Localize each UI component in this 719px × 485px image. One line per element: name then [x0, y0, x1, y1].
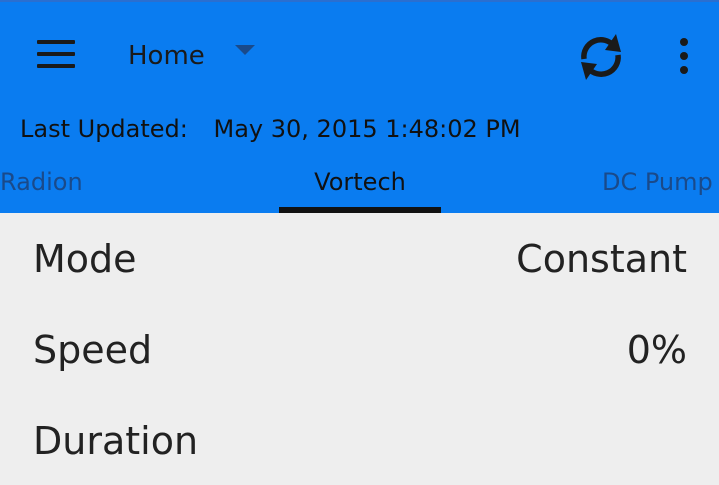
- overflow-menu-button[interactable]: [668, 34, 700, 78]
- tab-vortech[interactable]: Vortech: [279, 168, 441, 196]
- last-updated-label: Last Updated:: [20, 115, 188, 143]
- hamburger-menu-icon-bar: [37, 64, 75, 68]
- app-bar: Home Last Updated: May 30, 2015 1:48:02 …: [0, 0, 719, 213]
- tab-dc-pump[interactable]: DC Pump: [602, 168, 713, 196]
- setting-value: Constant: [516, 237, 687, 281]
- setting-row-duration[interactable]: Duration: [0, 395, 719, 485]
- last-updated-value: May 30, 2015 1:48:02 PM: [213, 115, 521, 143]
- setting-row-speed[interactable]: Speed 0%: [0, 304, 719, 394]
- last-updated: Last Updated: May 30, 2015 1:48:02 PM: [20, 115, 521, 143]
- navigation-dropdown-label: Home: [128, 41, 205, 71]
- overflow-menu-icon-dot: [680, 66, 688, 74]
- overflow-menu-icon: [680, 38, 688, 46]
- overflow-menu-icon-dot: [680, 52, 688, 60]
- tab-radion[interactable]: Radion: [0, 168, 83, 196]
- setting-key: Duration: [33, 419, 199, 463]
- navigation-dropdown[interactable]: Home: [128, 38, 255, 74]
- hamburger-menu-icon: [37, 40, 75, 44]
- setting-value: 0%: [626, 328, 687, 372]
- status-divider: [0, 0, 719, 2]
- caret-down-icon: [234, 45, 255, 55]
- menu-button[interactable]: [30, 34, 80, 74]
- refresh-button[interactable]: [572, 28, 630, 86]
- setting-key: Speed: [33, 328, 153, 372]
- refresh-icon: [581, 34, 621, 80]
- setting-row-mode[interactable]: Mode Constant: [0, 213, 719, 303]
- setting-key: Mode: [33, 237, 137, 281]
- hamburger-menu-icon-bar: [37, 52, 75, 56]
